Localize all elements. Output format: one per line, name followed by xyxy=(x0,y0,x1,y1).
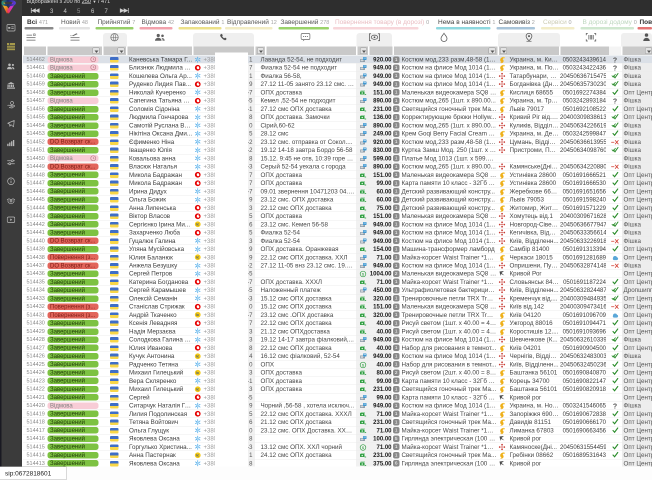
svg-text:lc: lc xyxy=(196,313,199,317)
svg-text:lc: lc xyxy=(196,387,199,391)
svg-text:lc: lc xyxy=(196,371,199,375)
svg-text:$: $ xyxy=(362,362,365,367)
svg-text:lc: lc xyxy=(196,453,199,457)
svg-text:lc: lc xyxy=(196,354,199,358)
svg-text:lc: lc xyxy=(196,223,199,227)
svg-text:$: $ xyxy=(362,272,365,277)
svg-text:$: $ xyxy=(362,445,365,450)
svg-text:lc: lc xyxy=(196,256,199,260)
svg-text:ID: ID xyxy=(33,33,36,37)
